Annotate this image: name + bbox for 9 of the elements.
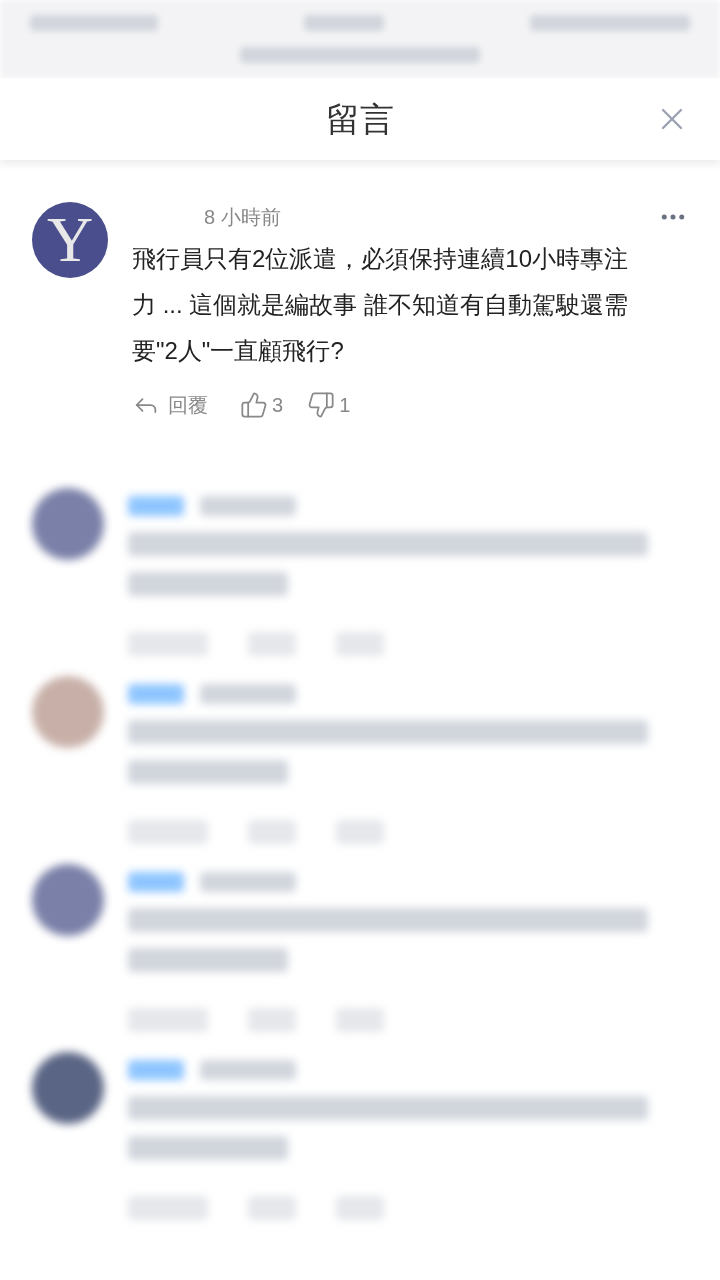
- reply-button[interactable]: 回覆: [132, 390, 208, 420]
- dislike-button[interactable]: 1: [307, 390, 351, 420]
- avatar: Y: [32, 202, 108, 278]
- header-title: 留言: [326, 98, 394, 140]
- comment-time: 8 小時前: [204, 205, 281, 230]
- like-button[interactable]: 3: [240, 390, 284, 420]
- thumbs-up-icon: [240, 391, 268, 419]
- comment-text: 飛行員只有2位派遣，必須保持連續10小時專注力 ... 這個就是編故事 誰不知道有自動駕駛還需要"2人"一直顧飛行?: [132, 244, 630, 366]
- thumbs-down-icon: [307, 391, 336, 419]
